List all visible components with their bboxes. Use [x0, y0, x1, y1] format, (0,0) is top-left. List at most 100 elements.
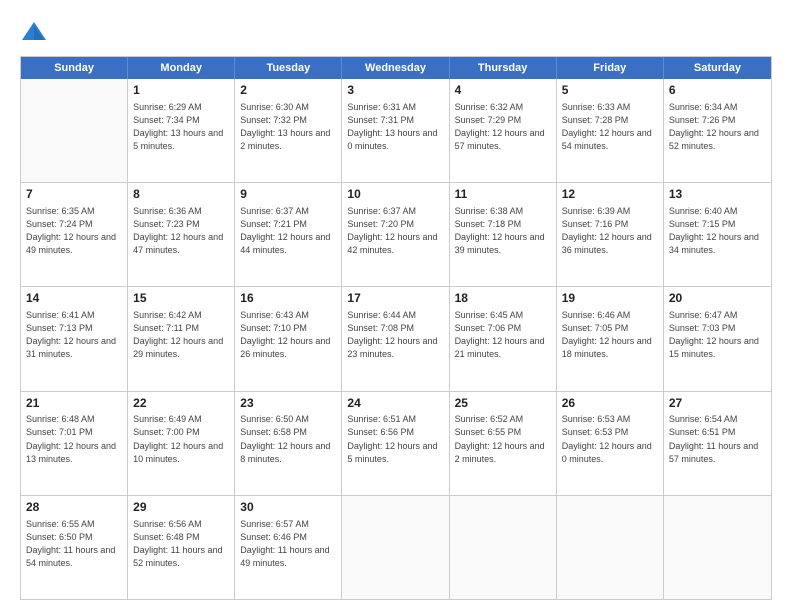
calendar-row-4: 28 Sunrise: 6:55 AMSunset: 6:50 PMDayligh… [21, 495, 771, 599]
day-cell-empty-4-6 [664, 496, 771, 599]
day-cell-21: 21Sunrise: 6:48 AMSunset: 7:01 PMDayligh… [21, 392, 128, 495]
day-cell-18: 18Sunrise: 6:45 AMSunset: 7:06 PMDayligh… [450, 287, 557, 390]
day-info: Sunrise: 6:38 AMSunset: 7:18 PMDaylight:… [455, 205, 551, 257]
day-cell-30: 30 Sunrise: 6:57 AMSunset: 6:46 PMDayligh… [235, 496, 342, 599]
day-cell-2: 2 Sunrise: 6:30 AMSunset: 7:32 PMDaylight… [235, 79, 342, 182]
day-number: 17 [347, 290, 443, 307]
header [20, 18, 772, 46]
logo-icon [20, 18, 48, 46]
day-cell-22: 22Sunrise: 6:49 AMSunset: 7:00 PMDayligh… [128, 392, 235, 495]
day-number: 4 [455, 82, 551, 99]
day-number: 26 [562, 395, 658, 412]
day-number: 7 [26, 186, 122, 203]
day-cell-5: 5Sunrise: 6:33 AMSunset: 7:28 PMDaylight… [557, 79, 664, 182]
logo [20, 18, 52, 46]
day-cell-28: 28 Sunrise: 6:55 AMSunset: 6:50 PMDayligh… [21, 496, 128, 599]
day-info: Sunrise: 6:43 AMSunset: 7:10 PMDaylight:… [240, 309, 336, 361]
day-info: Sunrise: 6:53 AMSunset: 6:53 PMDaylight:… [562, 413, 658, 465]
day-cell-27: 27Sunrise: 6:54 AMSunset: 6:51 PMDayligh… [664, 392, 771, 495]
day-cell-4: 4 Sunrise: 6:32 AMSunset: 7:29 PMDaylight… [450, 79, 557, 182]
day-cell-11: 11 Sunrise: 6:38 AMSunset: 7:18 PMDayligh… [450, 183, 557, 286]
day-cell-3: 3Sunrise: 6:31 AMSunset: 7:31 PMDaylight… [342, 79, 449, 182]
day-number: 22 [133, 395, 229, 412]
day-cell-empty-4-5 [557, 496, 664, 599]
day-info: Sunrise: 6:37 AMSunset: 7:20 PMDaylight:… [347, 205, 443, 257]
day-number: 29 [133, 499, 229, 516]
day-info: Sunrise: 6:56 AMSunset: 6:48 PMDaylight:… [133, 518, 229, 570]
day-cell-9: 9 Sunrise: 6:37 AMSunset: 7:21 PMDaylight… [235, 183, 342, 286]
day-number: 28 [26, 499, 122, 516]
day-header-friday: Friday [557, 57, 664, 79]
day-info: Sunrise: 6:46 AMSunset: 7:05 PMDaylight:… [562, 309, 658, 361]
day-info: Sunrise: 6:41 AMSunset: 7:13 PMDaylight:… [26, 309, 122, 361]
day-cell-6: 6Sunrise: 6:34 AMSunset: 7:26 PMDaylight… [664, 79, 771, 182]
day-number: 18 [455, 290, 551, 307]
calendar-row-1: 7 Sunrise: 6:35 AMSunset: 7:24 PMDaylight… [21, 182, 771, 286]
day-cell-1: 1 Sunrise: 6:29 AMSunset: 7:34 PMDaylight… [128, 79, 235, 182]
day-number: 12 [562, 186, 658, 203]
day-number: 9 [240, 186, 336, 203]
day-cell-10: 10 Sunrise: 6:37 AMSunset: 7:20 PMDayligh… [342, 183, 449, 286]
day-info: Sunrise: 6:50 AMSunset: 6:58 PMDaylight:… [240, 413, 336, 465]
calendar-row-3: 21Sunrise: 6:48 AMSunset: 7:01 PMDayligh… [21, 391, 771, 495]
calendar-body: 1 Sunrise: 6:29 AMSunset: 7:34 PMDaylight… [21, 79, 771, 599]
day-header-tuesday: Tuesday [235, 57, 342, 79]
day-info: Sunrise: 6:54 AMSunset: 6:51 PMDaylight:… [669, 413, 766, 465]
day-info: Sunrise: 6:47 AMSunset: 7:03 PMDaylight:… [669, 309, 766, 361]
day-cell-17: 17 Sunrise: 6:44 AMSunset: 7:08 PMDayligh… [342, 287, 449, 390]
day-number: 27 [669, 395, 766, 412]
day-number: 3 [347, 82, 443, 99]
day-header-thursday: Thursday [450, 57, 557, 79]
day-number: 30 [240, 499, 336, 516]
day-cell-7: 7 Sunrise: 6:35 AMSunset: 7:24 PMDaylight… [21, 183, 128, 286]
page: SundayMondayTuesdayWednesdayThursdayFrid… [0, 0, 792, 612]
day-cell-empty-4-3 [342, 496, 449, 599]
day-number: 10 [347, 186, 443, 203]
calendar-row-0: 1 Sunrise: 6:29 AMSunset: 7:34 PMDaylight… [21, 79, 771, 182]
day-info: Sunrise: 6:44 AMSunset: 7:08 PMDaylight:… [347, 309, 443, 361]
day-number: 25 [455, 395, 551, 412]
day-number: 15 [133, 290, 229, 307]
day-number: 24 [347, 395, 443, 412]
calendar-row-2: 14 Sunrise: 6:41 AMSunset: 7:13 PMDayligh… [21, 286, 771, 390]
calendar-header: SundayMondayTuesdayWednesdayThursdayFrid… [21, 57, 771, 79]
day-cell-26: 26Sunrise: 6:53 AMSunset: 6:53 PMDayligh… [557, 392, 664, 495]
day-cell-12: 12 Sunrise: 6:39 AMSunset: 7:16 PMDayligh… [557, 183, 664, 286]
day-info: Sunrise: 6:42 AMSunset: 7:11 PMDaylight:… [133, 309, 229, 361]
day-cell-19: 19 Sunrise: 6:46 AMSunset: 7:05 PMDayligh… [557, 287, 664, 390]
day-info: Sunrise: 6:32 AMSunset: 7:29 PMDaylight:… [455, 101, 551, 153]
day-number: 13 [669, 186, 766, 203]
day-cell-14: 14 Sunrise: 6:41 AMSunset: 7:13 PMDayligh… [21, 287, 128, 390]
day-cell-23: 23Sunrise: 6:50 AMSunset: 6:58 PMDayligh… [235, 392, 342, 495]
day-cell-8: 8Sunrise: 6:36 AMSunset: 7:23 PMDaylight… [128, 183, 235, 286]
day-number: 2 [240, 82, 336, 99]
day-cell-empty-4-4 [450, 496, 557, 599]
day-info: Sunrise: 6:39 AMSunset: 7:16 PMDaylight:… [562, 205, 658, 257]
day-number: 20 [669, 290, 766, 307]
day-info: Sunrise: 6:29 AMSunset: 7:34 PMDaylight:… [133, 101, 229, 153]
day-number: 14 [26, 290, 122, 307]
day-info: Sunrise: 6:40 AMSunset: 7:15 PMDaylight:… [669, 205, 766, 257]
day-header-wednesday: Wednesday [342, 57, 449, 79]
day-header-monday: Monday [128, 57, 235, 79]
day-info: Sunrise: 6:37 AMSunset: 7:21 PMDaylight:… [240, 205, 336, 257]
day-info: Sunrise: 6:49 AMSunset: 7:00 PMDaylight:… [133, 413, 229, 465]
day-header-sunday: Sunday [21, 57, 128, 79]
calendar: SundayMondayTuesdayWednesdayThursdayFrid… [20, 56, 772, 600]
day-info: Sunrise: 6:35 AMSunset: 7:24 PMDaylight:… [26, 205, 122, 257]
day-number: 19 [562, 290, 658, 307]
day-number: 8 [133, 186, 229, 203]
day-info: Sunrise: 6:48 AMSunset: 7:01 PMDaylight:… [26, 413, 122, 465]
day-info: Sunrise: 6:30 AMSunset: 7:32 PMDaylight:… [240, 101, 336, 153]
day-cell-13: 13 Sunrise: 6:40 AMSunset: 7:15 PMDayligh… [664, 183, 771, 286]
day-number: 11 [455, 186, 551, 203]
day-info: Sunrise: 6:55 AMSunset: 6:50 PMDaylight:… [26, 518, 122, 570]
day-cell-24: 24Sunrise: 6:51 AMSunset: 6:56 PMDayligh… [342, 392, 449, 495]
day-number: 6 [669, 82, 766, 99]
day-number: 1 [133, 82, 229, 99]
day-info: Sunrise: 6:57 AMSunset: 6:46 PMDaylight:… [240, 518, 336, 570]
day-info: Sunrise: 6:52 AMSunset: 6:55 PMDaylight:… [455, 413, 551, 465]
day-number: 23 [240, 395, 336, 412]
day-cell-15: 15 Sunrise: 6:42 AMSunset: 7:11 PMDayligh… [128, 287, 235, 390]
day-number: 16 [240, 290, 336, 307]
